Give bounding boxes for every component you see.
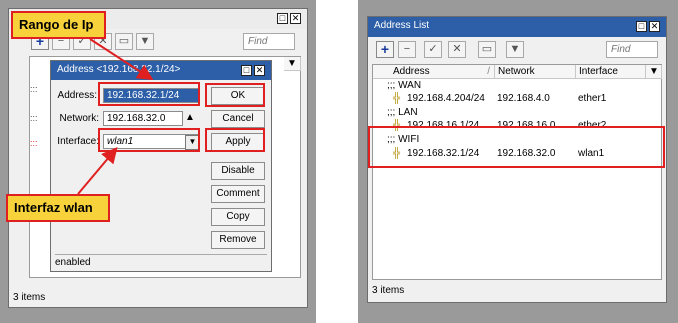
address-table: Address / Network Interface ▼ ;;; WAN ╬ … (372, 64, 662, 280)
wifi-row-highlight-box (368, 126, 665, 168)
column-dropdown-icon[interactable]: ▼ (646, 65, 662, 79)
column-header-address[interactable]: Address / (373, 65, 495, 79)
address-list-close-icon[interactable]: ✕ (649, 21, 660, 32)
remove-icon[interactable]: − (398, 41, 416, 58)
enable-icon[interactable]: ✓ (424, 41, 442, 58)
filter-icon[interactable]: ▼ (506, 41, 524, 58)
callout-arrows (77, 38, 154, 195)
find-input[interactable] (606, 41, 658, 58)
ip-range-arrow (89, 38, 154, 81)
address-list-restore-icon[interactable]: □ (636, 21, 647, 32)
address-icon: ╬ (393, 93, 401, 104)
add-icon[interactable]: + (376, 41, 394, 58)
disable-icon[interactable]: ✕ (448, 41, 466, 58)
sort-icon: / (487, 66, 490, 77)
comment-row-wan[interactable]: ;;; WAN (373, 79, 661, 93)
column-header-network[interactable]: Network (495, 65, 576, 79)
column-header-interface[interactable]: Interface (576, 65, 646, 79)
table-row-wan[interactable]: ╬ 192.168.4.204/24 192.168.4.0 ether1 (373, 92, 661, 106)
address-list-titlebar: Address List (368, 17, 666, 37)
comment-icon[interactable]: ▭ (478, 41, 496, 58)
status-items-count: 3 items (372, 285, 405, 296)
comment-row-lan[interactable]: ;;; LAN (373, 106, 661, 120)
address-list-title: Address List (374, 20, 430, 31)
interface-arrow (77, 146, 118, 195)
